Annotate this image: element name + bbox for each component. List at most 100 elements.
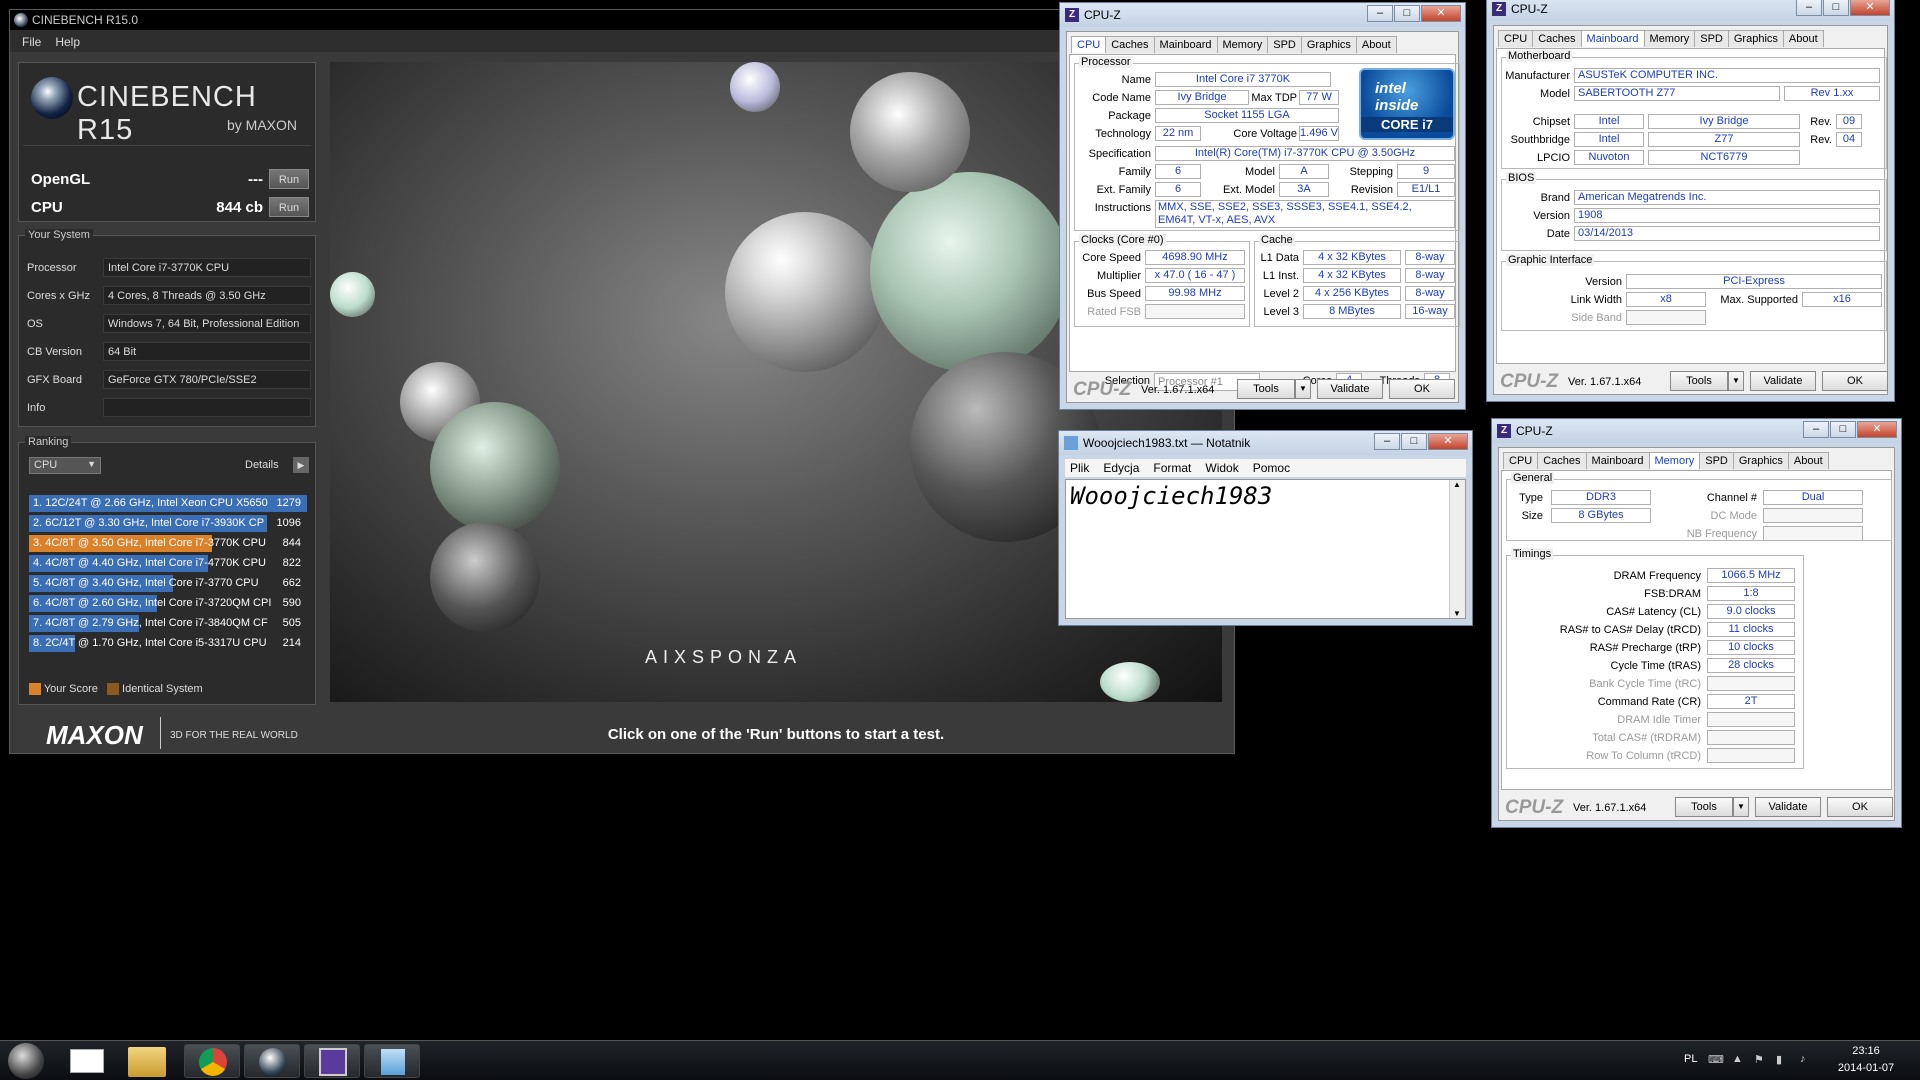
cinebench-icon[interactable] <box>244 1044 300 1078</box>
notepad-icon[interactable] <box>364 1044 420 1078</box>
minimize-button[interactable]: – <box>1374 433 1400 450</box>
info-field[interactable] <box>103 398 311 417</box>
maximize-button[interactable]: □ <box>1401 433 1427 450</box>
explorer-icon[interactable] <box>128 1047 166 1077</box>
tools-button[interactable]: Tools <box>1675 797 1733 817</box>
flag-icon[interactable]: ⚑ <box>1754 1053 1764 1066</box>
validate-button[interactable]: Validate <box>1750 371 1816 391</box>
tab-graphics[interactable]: Graphics <box>1727 30 1784 47</box>
maximize-button[interactable]: □ <box>1823 0 1849 16</box>
cpu-run-button[interactable]: Run <box>269 197 309 217</box>
tray-arrow-icon[interactable]: ▲ <box>1732 1053 1743 1065</box>
ranking-row[interactable]: 6. 4C/8T @ 2.60 GHz, Intel Core i7-3720Q… <box>29 595 307 612</box>
ranking-row[interactable]: 3. 4C/8T @ 3.50 GHz, Intel Core i7-3770K… <box>29 535 307 552</box>
vertical-scrollbar[interactable]: ▲ ▼ <box>1449 480 1465 618</box>
tab-caches[interactable]: Caches <box>1532 30 1582 47</box>
mail-icon[interactable] <box>70 1049 104 1073</box>
ranking-row[interactable]: 1. 12C/24T @ 2.66 GHz, Intel Xeon CPU X5… <box>29 495 307 512</box>
cpuz-titlebar[interactable]: Z CPU-Z – □ ✕ <box>1060 3 1465 27</box>
tab-graphics[interactable]: Graphics <box>1300 36 1357 53</box>
ranking-select-value: CPU <box>34 459 58 471</box>
tab-spd[interactable]: SPD <box>1694 30 1729 47</box>
minimize-button[interactable]: – <box>1796 0 1822 16</box>
menu-help[interactable]: Help <box>55 35 80 49</box>
tools-button[interactable]: Tools <box>1670 371 1728 391</box>
close-button[interactable]: ✕ <box>1850 0 1890 16</box>
opengl-run-button[interactable]: Run <box>269 169 309 189</box>
ranking-row[interactable]: 7. 4C/8T @ 2.79 GHz, Intel Core i7-3840Q… <box>29 615 307 632</box>
validate-button[interactable]: Validate <box>1317 379 1383 399</box>
ranking-row[interactable]: 8. 2C/4T @ 1.70 GHz, Intel Core i5-3317U… <box>29 635 307 652</box>
tab-cpu[interactable]: CPU <box>1503 452 1539 469</box>
menu-edycja[interactable]: Edycja <box>1103 461 1139 475</box>
minimize-button[interactable]: – <box>1367 5 1393 22</box>
maximize-button[interactable]: □ <box>1394 5 1420 22</box>
tab-mainboard[interactable]: Mainboard <box>1585 452 1650 469</box>
window-title: CPU-Z <box>1516 424 1553 438</box>
tab-memory[interactable]: Memory <box>1216 36 1269 53</box>
tab-about[interactable]: About <box>1787 452 1829 469</box>
ranking-select[interactable]: CPU ▼ <box>29 457 101 474</box>
chrome-icon[interactable] <box>184 1044 240 1078</box>
menu-pomoc[interactable]: Pomoc <box>1253 461 1290 475</box>
tab-about[interactable]: About <box>1355 36 1397 53</box>
tab-mainboard[interactable]: Mainboard <box>1580 30 1645 47</box>
menu-plik[interactable]: Plik <box>1070 461 1089 475</box>
ranking-score: 822 <box>282 557 301 569</box>
timings-group: Timings DRAM Frequency 1066.5 MHz FSB:DRAM… <box>1506 548 1804 769</box>
ok-button[interactable]: OK <box>1389 379 1455 399</box>
tab-spd[interactable]: SPD <box>1699 452 1734 469</box>
notepad-titlebar[interactable]: Wooojciech1983.txt — Notatnik – □ ✕ <box>1059 431 1472 455</box>
cpu-row: CPU 844 cb Run <box>31 197 313 217</box>
ok-button[interactable]: OK <box>1822 371 1888 391</box>
close-button[interactable]: ✕ <box>1421 5 1461 22</box>
ok-button[interactable]: OK <box>1827 797 1893 817</box>
language-indicator[interactable]: PL <box>1684 1053 1697 1065</box>
keyboard-icon[interactable]: ⌨ <box>1708 1053 1724 1066</box>
scroll-down-icon[interactable]: ▼ <box>1453 609 1461 618</box>
ranking-row[interactable]: 5. 4C/8T @ 3.40 GHz, Intel Core i7-3770 … <box>29 575 307 592</box>
minimize-button[interactable]: – <box>1803 421 1829 438</box>
cinebench-titlebar[interactable]: CINEBENCH R15.0 <box>10 10 1234 30</box>
cpuz-icon[interactable] <box>304 1044 360 1078</box>
network-icon[interactable]: ▮ <box>1776 1053 1782 1066</box>
start-orb-icon[interactable] <box>8 1043 44 1079</box>
system-label: Processor <box>27 262 77 274</box>
cpuz-titlebar[interactable]: Z CPU-Z – □ ✕ <box>1492 419 1901 443</box>
tab-about[interactable]: About <box>1782 30 1824 47</box>
your-system-panel: Your System Processor Intel Core i7-3770K… <box>18 229 316 427</box>
menu-format[interactable]: Format <box>1153 461 1191 475</box>
ranking-row[interactable]: 4. 4C/8T @ 4.40 GHz, Intel Core i7-4770K… <box>29 555 307 572</box>
ranking-row[interactable]: 2. 6C/12T @ 3.30 GHz, Intel Core i7-3930… <box>29 515 307 532</box>
menu-file[interactable]: File <box>22 35 41 49</box>
notepad-text-area[interactable]: Wooojciech1983 ▲ ▼ <box>1065 479 1466 619</box>
ornament-ball <box>430 402 560 532</box>
details-arrow-button[interactable]: ▶ <box>293 457 309 473</box>
tab-cpu[interactable]: CPU <box>1071 36 1107 53</box>
tab-mainboard[interactable]: Mainboard <box>1153 36 1218 53</box>
tab-caches[interactable]: Caches <box>1105 36 1155 53</box>
clock-time[interactable]: 23:16 <box>1820 1045 1912 1057</box>
tools-dropdown-icon[interactable]: ▼ <box>1728 371 1744 391</box>
close-button[interactable]: ✕ <box>1857 421 1897 438</box>
tools-dropdown-icon[interactable]: ▼ <box>1295 379 1311 399</box>
tab-graphics[interactable]: Graphics <box>1732 452 1789 469</box>
tools-button[interactable]: Tools <box>1237 379 1295 399</box>
cpuz-titlebar[interactable]: Z CPU-Z – □ ✕ <box>1487 0 1894 21</box>
maximize-button[interactable]: □ <box>1830 421 1856 438</box>
close-button[interactable]: ✕ <box>1428 433 1468 450</box>
tools-dropdown-icon[interactable]: ▼ <box>1733 797 1749 817</box>
menu-widok[interactable]: Widok <box>1205 461 1238 475</box>
bios-brand-value: American Megatrends Inc. <box>1574 190 1880 205</box>
clock-date[interactable]: 2014-01-07 <box>1820 1062 1912 1074</box>
tab-spd[interactable]: SPD <box>1267 36 1302 53</box>
scroll-up-icon[interactable]: ▲ <box>1453 480 1461 489</box>
tab-memory[interactable]: Memory <box>1643 30 1696 47</box>
volume-icon[interactable]: ♪ <box>1800 1053 1806 1065</box>
validate-button[interactable]: Validate <box>1755 797 1821 817</box>
tab-memory[interactable]: Memory <box>1648 452 1701 469</box>
system-row: OS Windows 7, 64 Bit, Professional Editio… <box>27 314 313 333</box>
stepping-value: 9 <box>1397 164 1455 179</box>
tab-cpu[interactable]: CPU <box>1498 30 1534 47</box>
tab-caches[interactable]: Caches <box>1537 452 1587 469</box>
